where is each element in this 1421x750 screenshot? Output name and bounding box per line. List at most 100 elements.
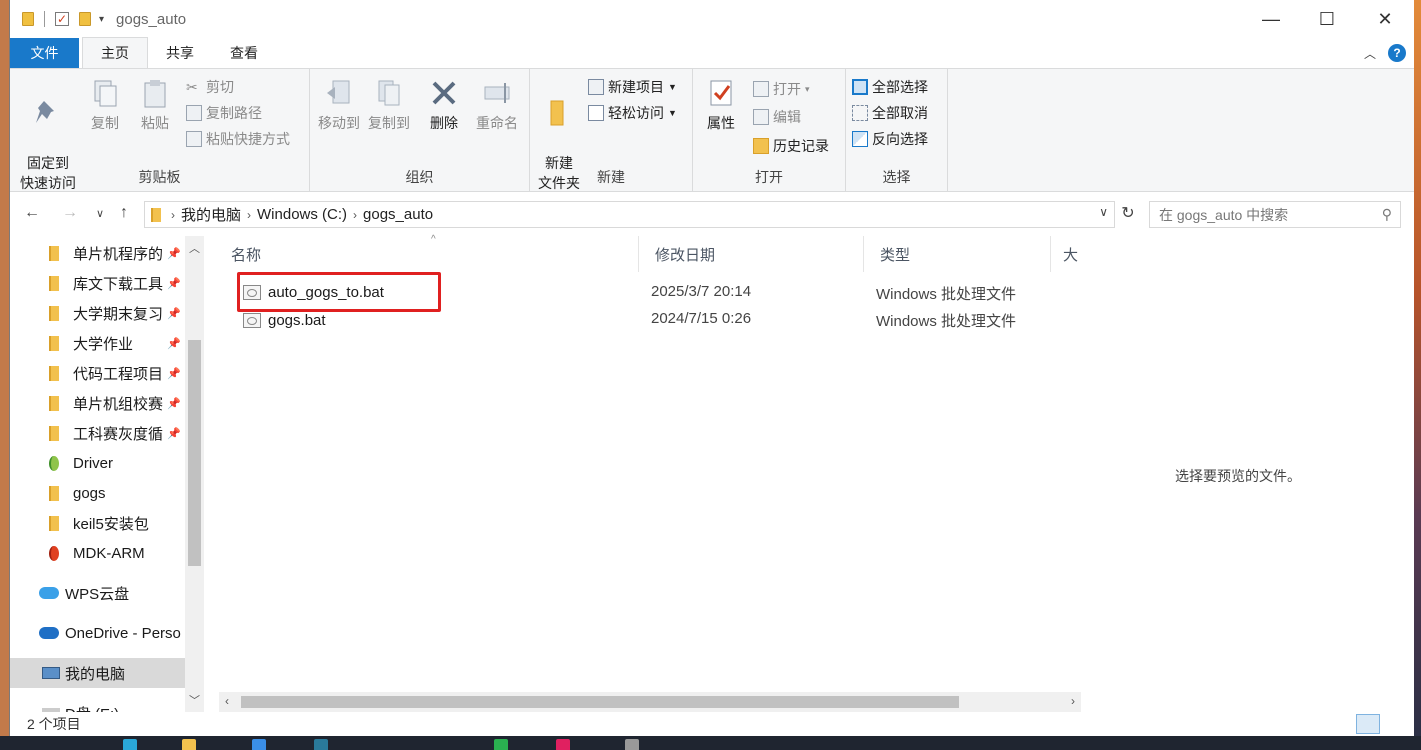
history-button[interactable]: 历史记录: [753, 136, 829, 156]
nav-item[interactable]: 单片机程序的 📌: [10, 238, 185, 268]
select-none-icon: [852, 105, 868, 121]
forward-arrow-icon[interactable]: →: [62, 204, 78, 222]
title-bar: ✓ ▾ gogs_auto — ☐ ✕: [10, 0, 1414, 38]
horizontal-scrollbar-thumb[interactable]: [241, 696, 959, 708]
navigation-pane: 单片机程序的 📌 库文下载工具 📌 大学期末复习 📌 大学作业 📌 代码工程项目…: [10, 236, 204, 712]
highlight-box: [237, 272, 441, 312]
details-view-icon[interactable]: [1356, 714, 1380, 734]
address-bar[interactable]: › 我的电脑 › Windows (C:) › gogs_auto ∨: [144, 201, 1115, 228]
cut-button[interactable]: ✂ 剪切: [186, 77, 234, 97]
breadcrumb-item[interactable]: 我的电脑: [181, 204, 241, 225]
properties-label: 属性: [707, 115, 735, 131]
back-arrow-icon[interactable]: ←: [24, 204, 40, 222]
copy-to-label: 复制到: [368, 115, 410, 131]
breadcrumb-chevron-icon[interactable]: ›: [247, 208, 251, 222]
easy-access-button[interactable]: 轻松访问 ▼: [588, 103, 677, 123]
file-type: Windows 批处理文件: [876, 313, 1017, 330]
nav-item[interactable]: D盘 (E:): [10, 698, 185, 712]
nav-item[interactable]: 大学作业 📌: [10, 328, 185, 358]
tab-share[interactable]: 共享: [148, 38, 212, 68]
nav-item[interactable]: 代码工程项目 📌: [10, 358, 185, 388]
nav-scrollbar[interactable]: ︿ ﹀: [185, 236, 204, 712]
refresh-icon[interactable]: ↻: [1118, 203, 1138, 225]
paste-icon: [144, 80, 166, 108]
paste-shortcut-button[interactable]: 粘贴快捷方式: [186, 129, 290, 149]
recent-locations-chevron-icon[interactable]: ∨: [96, 207, 104, 220]
file-modified: 2024/7/15 0:26: [651, 310, 752, 327]
move-to-icon: [327, 80, 350, 104]
taskbar-app-icon[interactable]: [494, 739, 508, 750]
scroll-up-icon[interactable]: ︿: [185, 240, 204, 256]
column-header-name[interactable]: 名称: [215, 236, 639, 272]
search-icon[interactable]: ⚲: [1382, 206, 1392, 223]
breadcrumb-item[interactable]: gogs_auto: [363, 206, 433, 223]
taskbar-app-icon[interactable]: [625, 739, 639, 750]
breadcrumb-item[interactable]: Windows (C:): [257, 206, 347, 223]
copy-path-button[interactable]: 复制路径: [186, 103, 262, 123]
tab-view[interactable]: 查看: [212, 38, 276, 68]
nav-item[interactable]: MDK-ARM: [10, 538, 185, 568]
taskbar-app-icon[interactable]: [182, 739, 196, 750]
select-none-label: 全部取消: [872, 105, 928, 121]
help-icon[interactable]: ?: [1388, 44, 1406, 62]
edit-button[interactable]: 编辑: [753, 107, 801, 127]
group-label-organize: 组织: [405, 169, 434, 185]
collapse-ribbon-icon[interactable]: ︿: [1364, 45, 1376, 62]
select-none-button[interactable]: 全部取消: [852, 103, 928, 123]
edit-label: 编辑: [773, 109, 801, 125]
new-item-button[interactable]: 新建项目 ▼: [588, 77, 677, 97]
column-header-date[interactable]: 修改日期: [639, 236, 864, 272]
paste-button[interactable]: 粘贴: [134, 77, 176, 133]
horizontal-scrollbar[interactable]: ‹ ›: [219, 692, 1081, 712]
properties-quick-icon[interactable]: ✓: [55, 12, 69, 26]
breadcrumb-chevron-icon[interactable]: ›: [353, 208, 357, 222]
scroll-down-icon[interactable]: ﹀: [185, 692, 204, 708]
column-header-type[interactable]: 类型: [864, 236, 1051, 272]
invert-selection-icon: [852, 131, 868, 147]
nav-item[interactable]: gogs: [10, 478, 185, 508]
up-arrow-icon[interactable]: ↑: [120, 204, 128, 222]
nav-item[interactable]: OneDrive - Perso: [10, 618, 185, 648]
properties-button[interactable]: 属性: [699, 77, 743, 133]
scroll-right-icon[interactable]: ›: [1071, 694, 1075, 708]
close-button[interactable]: ✕: [1356, 0, 1414, 38]
address-history-chevron-icon[interactable]: ∨: [1099, 205, 1108, 219]
rename-label: 重命名: [476, 115, 518, 131]
nav-item[interactable]: 工科赛灰度循 📌: [10, 418, 185, 448]
pin-icon: 📌: [167, 247, 181, 260]
nav-item[interactable]: keil5安装包: [10, 508, 185, 538]
taskbar-app-icon[interactable]: [252, 739, 266, 750]
copy-to-button[interactable]: 复制到: [366, 77, 412, 133]
nav-item-label: 单片机组校赛: [73, 395, 164, 413]
nav-item[interactable]: 单片机组校赛 📌: [10, 388, 185, 418]
large-icons-view-icon[interactable]: [1384, 714, 1408, 734]
breadcrumb-chevron-icon[interactable]: ›: [171, 208, 175, 222]
open-button[interactable]: 打开 ▾: [753, 79, 810, 99]
rename-button[interactable]: 重命名: [472, 77, 522, 133]
select-all-button[interactable]: 全部选择: [852, 77, 928, 97]
tab-home[interactable]: 主页: [82, 37, 148, 68]
new-folder-quick-icon[interactable]: [79, 12, 91, 26]
delete-button[interactable]: 删除: [424, 77, 464, 133]
customize-quick-access-icon[interactable]: ▾: [99, 14, 104, 25]
taskbar-app-icon[interactable]: [123, 739, 137, 750]
nav-item[interactable]: 库文下载工具 📌: [10, 268, 185, 298]
nav-item-label: 大学作业: [73, 335, 134, 353]
column-header-size[interactable]: 大: [1051, 236, 1081, 272]
taskbar-app-icon[interactable]: [556, 739, 570, 750]
tab-file[interactable]: 文件: [10, 38, 79, 68]
nav-item[interactable]: Driver: [10, 448, 185, 478]
maximize-button[interactable]: ☐: [1298, 0, 1356, 38]
move-to-button[interactable]: 移动到: [316, 77, 362, 133]
nav-item[interactable]: WPS云盘: [10, 578, 185, 608]
search-input[interactable]: 在 gogs_auto 中搜索 ⚲: [1149, 201, 1401, 228]
nav-item-label: MDK-ARM: [73, 544, 145, 562]
minimize-button[interactable]: —: [1242, 0, 1300, 38]
copy-button[interactable]: 复制: [84, 77, 126, 133]
scroll-left-icon[interactable]: ‹: [225, 694, 229, 708]
nav-item-this-pc[interactable]: 我的电脑: [10, 658, 185, 688]
nav-item[interactable]: 大学期末复习 📌: [10, 298, 185, 328]
taskbar-app-icon[interactable]: [314, 739, 328, 750]
invert-selection-button[interactable]: 反向选择: [852, 129, 928, 149]
nav-scrollbar-thumb[interactable]: [188, 340, 201, 566]
